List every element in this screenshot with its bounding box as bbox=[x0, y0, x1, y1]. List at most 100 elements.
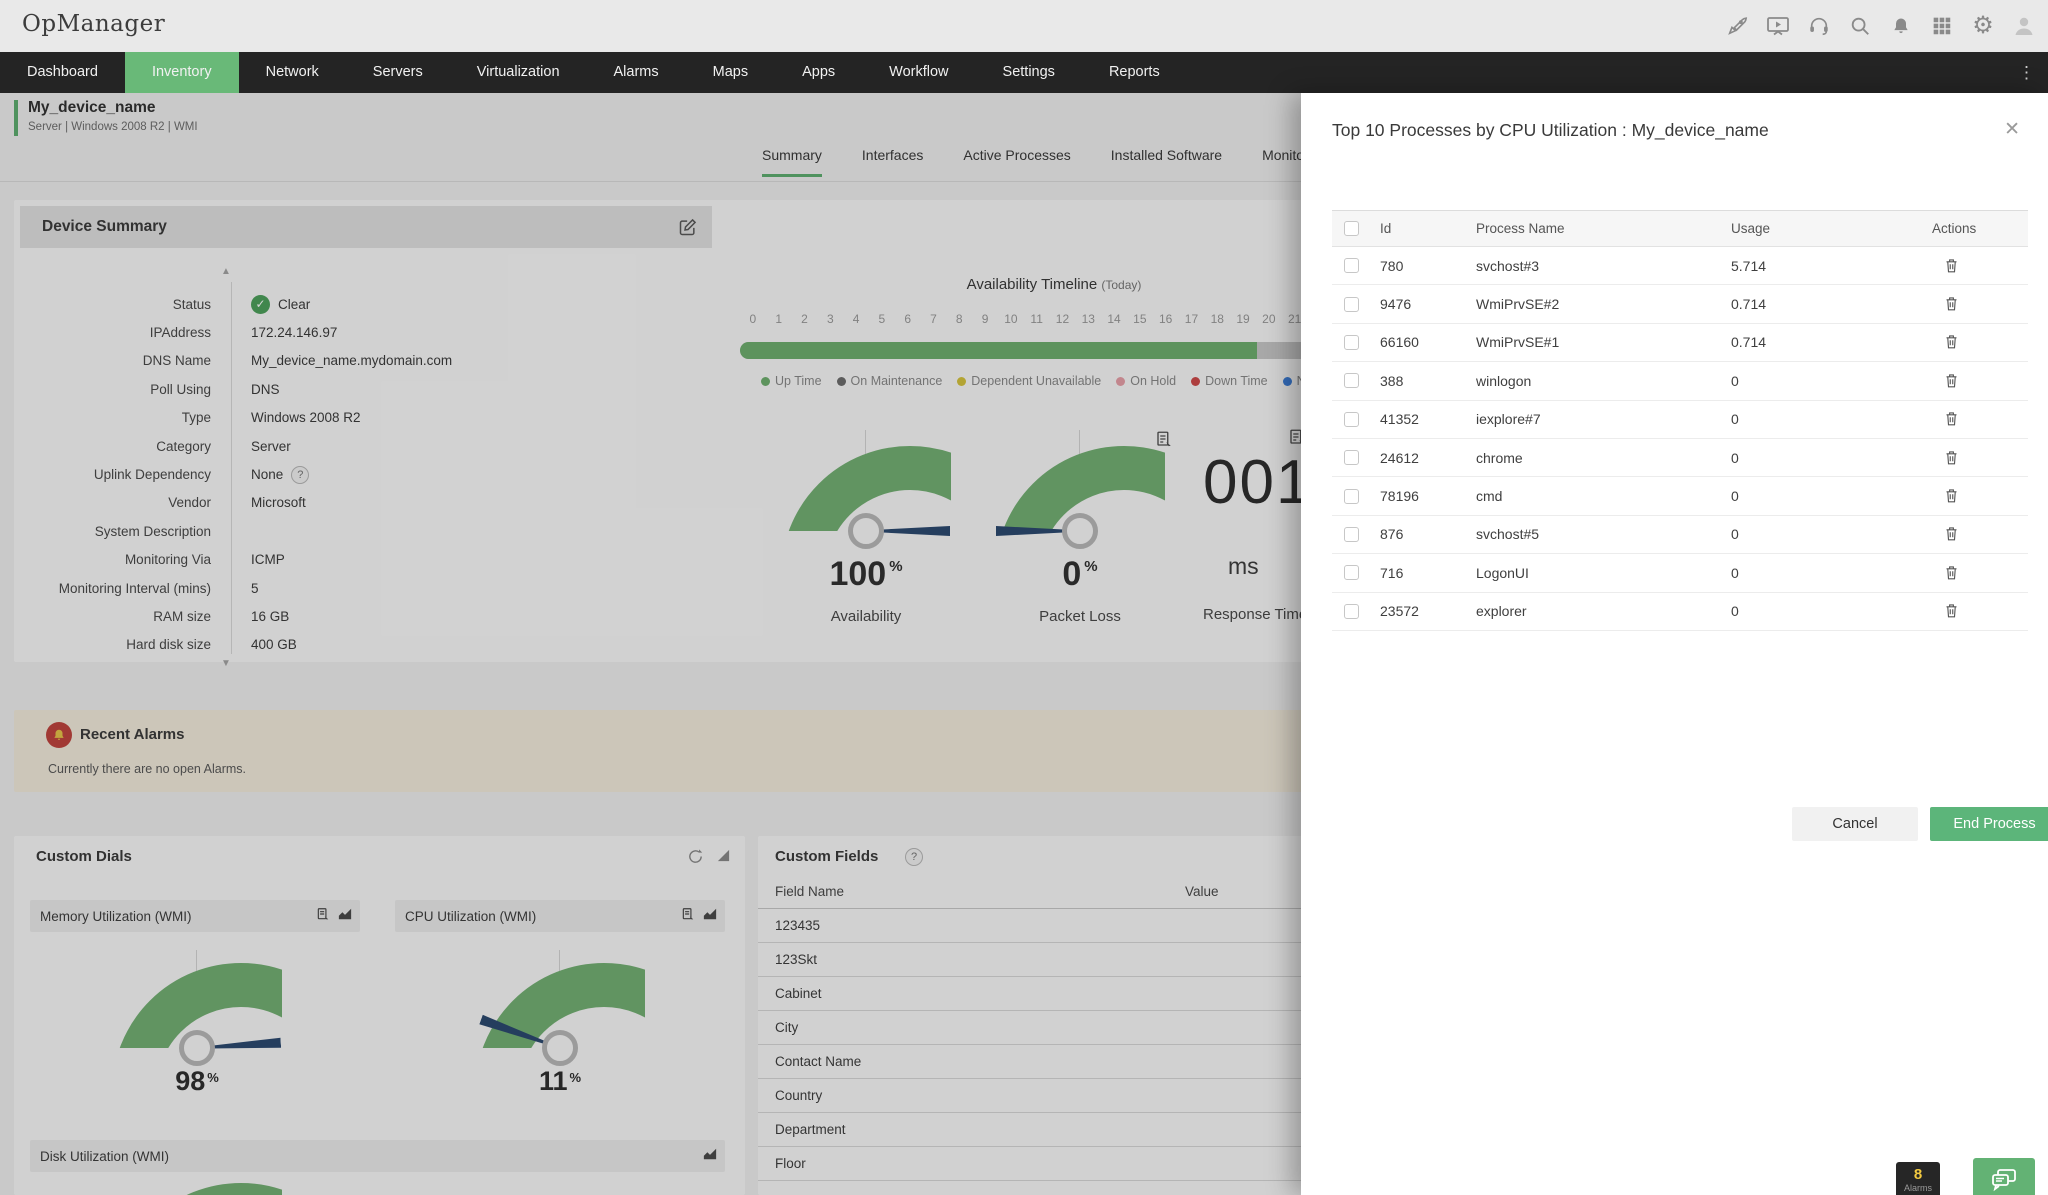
demo-player-icon[interactable] bbox=[1766, 14, 1790, 38]
response-time-unit: ms bbox=[1228, 553, 1259, 579]
user-avatar-icon[interactable] bbox=[2012, 14, 2036, 38]
chat-bubbles-icon bbox=[1990, 1168, 2018, 1195]
nav-item-settings[interactable]: Settings bbox=[976, 52, 1082, 93]
close-icon[interactable]: ✕ bbox=[2004, 118, 2020, 141]
alarm-count-badge: 8 bbox=[1913, 1166, 1923, 1183]
top-processes-modal: Top 10 Processes by CPU Utilization : My… bbox=[1301, 93, 2048, 1195]
row-checkbox[interactable] bbox=[1344, 296, 1359, 312]
apps-grid-icon[interactable] bbox=[1930, 14, 1954, 38]
tab-installed-software[interactable]: Installed Software bbox=[1111, 147, 1222, 177]
field-row-category: Category Server bbox=[156, 438, 291, 454]
row-checkbox[interactable] bbox=[1344, 258, 1359, 274]
field-name-column: Field Name bbox=[775, 884, 845, 899]
delete-process-icon[interactable] bbox=[1944, 525, 1960, 543]
tab-active-processes[interactable]: Active Processes bbox=[963, 147, 1070, 177]
chart-icon[interactable] bbox=[703, 907, 717, 926]
uplink-value: None bbox=[251, 467, 284, 483]
cancel-button[interactable]: Cancel bbox=[1792, 807, 1918, 841]
cpu-dial-header: CPU Utilization (WMI) bbox=[395, 900, 725, 932]
page-title: My_device_name bbox=[28, 99, 156, 116]
field-row-sysdesc: System Description bbox=[94, 523, 211, 539]
delete-process-icon[interactable] bbox=[1944, 487, 1960, 505]
delete-process-icon[interactable] bbox=[1944, 410, 1960, 428]
response-time-value: 001 bbox=[1203, 448, 1313, 517]
nav-item-reports[interactable]: Reports bbox=[1082, 52, 1187, 93]
select-all-checkbox[interactable] bbox=[1344, 221, 1359, 236]
processes-table: Id Process Name Usage Actions 780 svchos… bbox=[1332, 210, 2048, 841]
field-row-status: Status ✓ Clear bbox=[172, 294, 311, 314]
legend-down-time: Down Time bbox=[1191, 374, 1268, 388]
row-checkbox[interactable] bbox=[1344, 450, 1359, 466]
disk-dial-header: Disk Utilization (WMI) bbox=[30, 1140, 725, 1172]
tab-interfaces[interactable]: Interfaces bbox=[862, 147, 923, 177]
edit-icon[interactable] bbox=[678, 217, 698, 237]
value-column: Value bbox=[1185, 884, 1219, 899]
row-checkbox[interactable] bbox=[1344, 526, 1359, 542]
usage-column-header: Usage bbox=[1731, 221, 1771, 236]
legend-dot bbox=[761, 376, 770, 386]
row-checkbox[interactable] bbox=[1344, 565, 1359, 581]
process-row: 780 svchost#3 5.714 bbox=[1332, 247, 2028, 286]
delete-process-icon[interactable] bbox=[1944, 257, 1960, 275]
process-row: 876 svchost#5 0 bbox=[1332, 516, 2028, 555]
row-checkbox[interactable] bbox=[1344, 488, 1359, 504]
nav-item-workflow[interactable]: Workflow bbox=[862, 52, 975, 93]
delete-process-icon[interactable] bbox=[1944, 295, 1960, 313]
row-checkbox[interactable] bbox=[1344, 411, 1359, 427]
status-clear-icon: ✓ bbox=[251, 294, 270, 314]
field-row-ipaddress: IPAddress 172.24.146.97 bbox=[149, 325, 338, 341]
search-icon[interactable] bbox=[1848, 14, 1872, 38]
device-summary-header: Device Summary bbox=[20, 206, 712, 248]
help-icon[interactable]: ? bbox=[905, 848, 923, 866]
end-process-button[interactable]: End Process bbox=[1930, 807, 2048, 841]
nav-item-inventory[interactable]: Inventory bbox=[124, 52, 239, 93]
expand-corner-icon[interactable] bbox=[716, 848, 731, 870]
field-row-moninterval: Monitoring Interval (mins) 5 bbox=[58, 580, 259, 596]
row-checkbox[interactable] bbox=[1344, 334, 1359, 350]
rocket-icon[interactable] bbox=[1725, 14, 1749, 38]
no-alarms-message: Currently there are no open Alarms. bbox=[48, 762, 247, 776]
nav-item-alarms[interactable]: Alarms bbox=[587, 52, 686, 93]
report-icon[interactable] bbox=[681, 907, 695, 926]
chart-icon[interactable] bbox=[338, 907, 352, 926]
chart-icon[interactable] bbox=[703, 1147, 717, 1166]
delete-process-icon[interactable] bbox=[1944, 564, 1960, 582]
nav-item-maps[interactable]: Maps bbox=[686, 52, 775, 93]
nav-item-network[interactable]: Network bbox=[239, 52, 346, 93]
main-nav: Dashboard Inventory Network Servers Virt… bbox=[0, 52, 2048, 93]
refresh-icon[interactable] bbox=[687, 848, 704, 870]
support-headset-icon[interactable] bbox=[1807, 14, 1831, 38]
modal-buttons: Cancel End Process bbox=[1332, 807, 2048, 841]
scroll-down-icon[interactable]: ▼ bbox=[221, 658, 231, 669]
scroll-up-icon[interactable]: ▲ bbox=[221, 266, 231, 277]
process-row: 9476 WmiPrvSE#2 0.714 bbox=[1332, 285, 2028, 324]
delete-process-icon[interactable] bbox=[1944, 449, 1960, 467]
row-checkbox[interactable] bbox=[1344, 373, 1359, 389]
opmanager-screen: OpManager ⚙ Dashboard Inventory Network … bbox=[0, 0, 2048, 1195]
opmanager-logo: OpManager bbox=[22, 11, 166, 37]
nav-item-dashboard[interactable]: Dashboard bbox=[0, 52, 125, 93]
help-icon[interactable]: ? bbox=[291, 465, 310, 484]
alarms-count-tile[interactable]: 8 Alarms bbox=[1896, 1162, 1940, 1195]
row-checkbox[interactable] bbox=[1344, 603, 1359, 619]
nav-item-servers[interactable]: Servers bbox=[346, 52, 450, 93]
chat-support-tile[interactable] bbox=[1973, 1158, 2035, 1195]
table-header-row: Id Process Name Usage Actions bbox=[1332, 210, 2028, 247]
notifications-bell-icon[interactable] bbox=[1889, 14, 1913, 38]
id-column-header: Id bbox=[1380, 221, 1392, 236]
disk-dial-label: Disk Utilization (WMI) bbox=[40, 1148, 170, 1164]
settings-gear-icon[interactable]: ⚙ bbox=[1971, 14, 1995, 38]
delete-process-icon[interactable] bbox=[1944, 333, 1960, 351]
report-icon[interactable] bbox=[316, 907, 330, 926]
delete-process-icon[interactable] bbox=[1944, 602, 1960, 620]
delete-process-icon[interactable] bbox=[1944, 372, 1960, 390]
tab-summary[interactable]: Summary bbox=[762, 147, 822, 177]
gauge-hub bbox=[1062, 513, 1098, 549]
device-status-bar bbox=[14, 100, 18, 136]
field-row-vendor: Vendor Microsoft bbox=[168, 495, 306, 511]
availability-value: 100% bbox=[829, 555, 903, 593]
top-bar-icons: ⚙ bbox=[1725, 0, 2036, 52]
nav-more-icon[interactable]: ⋮ bbox=[2018, 52, 2036, 93]
nav-item-virtualization[interactable]: Virtualization bbox=[450, 52, 587, 93]
nav-item-apps[interactable]: Apps bbox=[775, 52, 862, 93]
